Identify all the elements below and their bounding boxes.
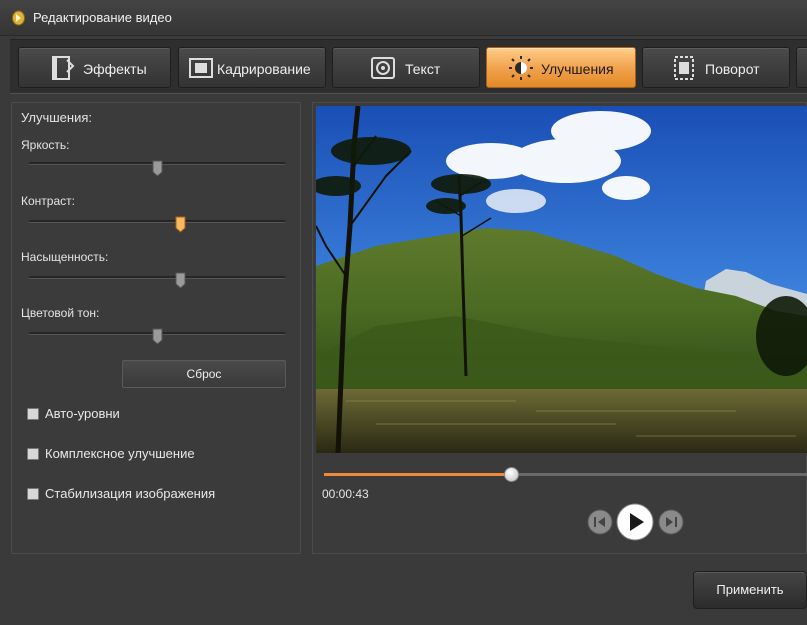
brightness-label: Яркость: [21,138,70,152]
crop-icon [189,58,213,78]
tab-label: Улучшения [541,61,614,77]
saturation-slider-thumb[interactable] [175,272,186,289]
hue-label: Цветовой тон: [21,306,100,320]
rotate-icon [674,56,694,80]
title-bar: Редактирование видео [0,0,807,36]
tab-effects[interactable]: Эффекты [18,47,171,88]
apply-button[interactable]: Применить [693,571,807,609]
enhance-icon [509,56,533,80]
video-preview [316,106,807,453]
text-icon [371,57,395,79]
app-icon [12,10,25,26]
enhance-heading: Улучшения: [21,110,92,125]
next-icon[interactable] [658,509,684,535]
stabilization-checkbox[interactable] [27,488,39,500]
complex-enhance-label: Комплексное улучшение [45,446,195,461]
tab-bar: Эффекты Кадрирование Текст Улучшения Пов… [10,39,807,94]
saturation-slider[interactable] [29,276,285,279]
tab-more[interactable] [796,47,807,88]
tab-label: Текст [405,61,441,77]
contrast-slider-thumb[interactable] [175,216,186,233]
tab-text[interactable]: Текст [332,47,480,88]
tab-label: Кадрирование [217,61,311,77]
play-icon[interactable] [616,503,654,541]
effects-icon [52,56,75,80]
previous-icon[interactable] [587,509,613,535]
auto-levels-checkbox[interactable] [27,408,39,420]
tab-rotate[interactable]: Поворот [642,47,790,88]
hue-slider-thumb[interactable] [152,328,163,345]
brightness-slider-thumb[interactable] [152,160,163,177]
tab-enhance[interactable]: Улучшения [486,47,636,88]
tab-label: Эффекты [83,61,147,77]
window-title: Редактирование видео [33,10,172,25]
current-time: 00:00:43 [322,487,369,501]
auto-levels-label: Авто-уровни [45,406,120,421]
stabilization-label: Стабилизация изображения [45,486,216,501]
reset-button[interactable]: Сброс [122,360,286,388]
contrast-slider[interactable] [29,220,285,223]
tab-crop[interactable]: Кадрирование [178,47,326,88]
complex-enhance-checkbox[interactable] [27,448,39,460]
saturation-label: Насыщенность: [21,250,109,264]
progress-fill [324,473,513,476]
tab-label: Поворот [705,61,760,77]
contrast-label: Контраст: [21,194,75,208]
